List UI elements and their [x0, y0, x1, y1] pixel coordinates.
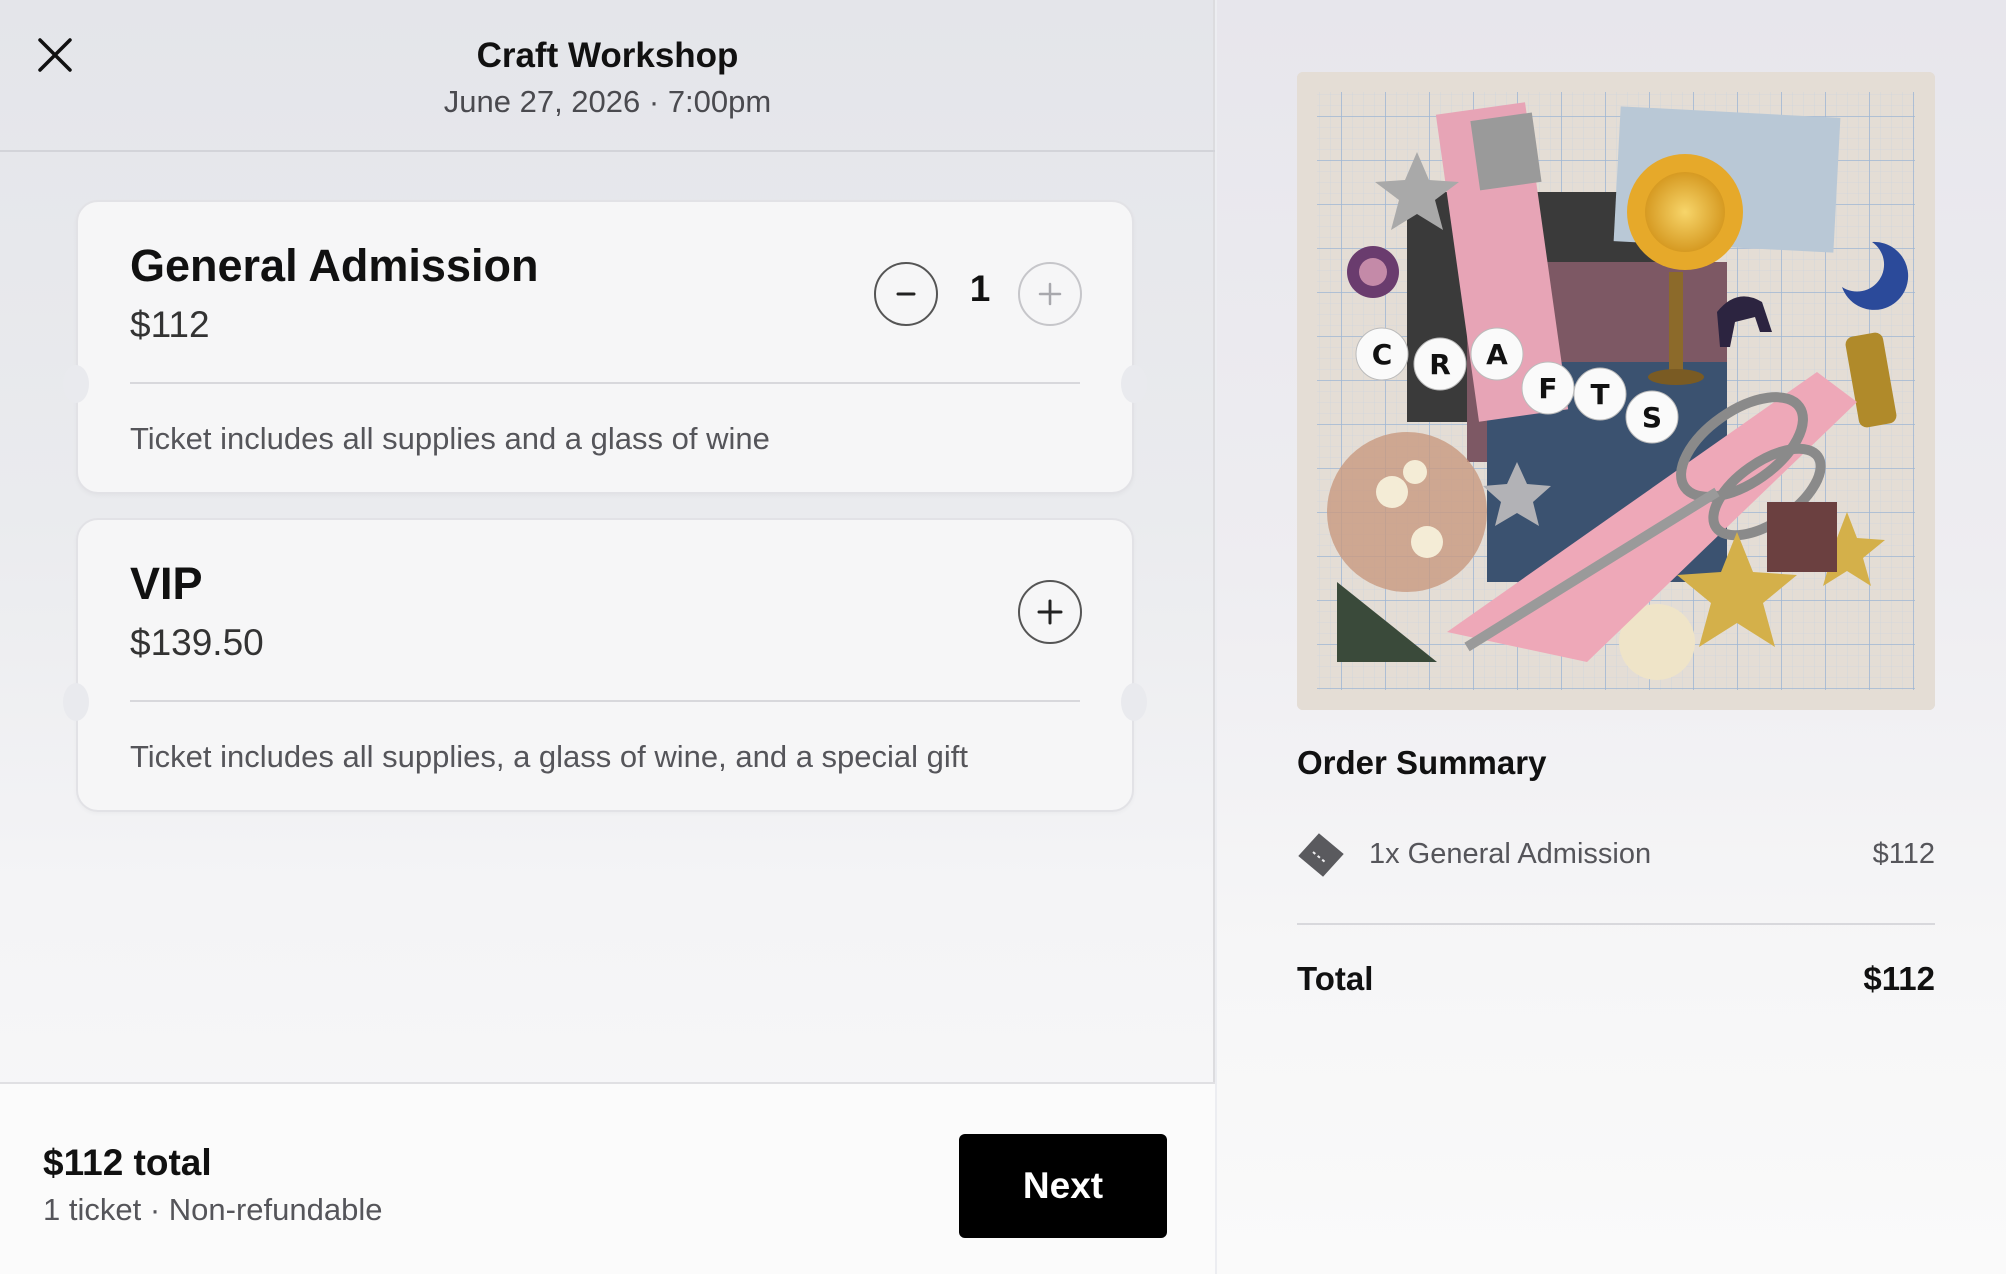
line-item-label: 1x General Admission [1369, 838, 1652, 870]
ticket-name: VIP [130, 558, 203, 609]
minus-icon [896, 292, 916, 296]
plus-icon [1037, 599, 1063, 625]
order-summary-panel: C R A F T S Order Summary 1x General Adm… [1217, 0, 2006, 1274]
event-title: Craft Workshop [476, 36, 739, 75]
checkout-footer: $112 total 1 ticket · Non-refundable Nex… [0, 1082, 1215, 1274]
ticket-card-vip: VIP $139.50 Ticket includes all supplies… [63, 518, 1147, 812]
order-line-item: 1x General Admission $112 [1297, 830, 1935, 880]
ticket-notch [1121, 365, 1147, 403]
bead-letter: C [1372, 338, 1393, 371]
event-datetime: June 27, 2026 · 7:00pm [443, 84, 772, 119]
add-vip-ticket-button[interactable] [1018, 580, 1082, 644]
bead-letter: R [1429, 348, 1451, 381]
ticket-name: General Admission [130, 240, 539, 291]
ticket-divider [130, 700, 1080, 702]
bead-letter: T [1590, 378, 1609, 411]
order-summary-title: Order Summary [1297, 744, 1547, 781]
ticket-icon [1298, 833, 1344, 877]
plus-icon [1038, 282, 1062, 306]
ticket-divider [130, 382, 1080, 384]
line-item-price: $112 [1872, 838, 1935, 870]
ticket-price: $112 [130, 304, 210, 345]
ticket-price: $139.50 [130, 622, 264, 663]
ticket-quantity: 1 [969, 268, 991, 309]
summary-divider [1297, 923, 1935, 925]
bead-letter: S [1642, 401, 1662, 434]
crafts-collage-image: C R A F T S [1297, 72, 1935, 710]
footer-subtext: 1 ticket · Non-refundable [43, 1192, 383, 1227]
increase-quantity-button[interactable] [1018, 262, 1082, 326]
bead-letter: A [1486, 338, 1508, 371]
decrease-quantity-button[interactable] [874, 262, 938, 326]
header: Craft Workshop June 27, 2026 · 7:00pm [0, 0, 1215, 152]
ticket-card-general-admission: General Admission $112 1 Ticket includes… [63, 200, 1147, 494]
ticket-description: Ticket includes all supplies, a glass of… [130, 739, 969, 774]
ticket-notch [1121, 683, 1147, 721]
ticket-notch [63, 365, 89, 403]
summary-total-value: $112 [1863, 960, 1935, 997]
ticket-description: Ticket includes all supplies and a glass… [130, 421, 770, 456]
footer-total: $112 total [43, 1142, 212, 1183]
event-artwork: C R A F T S [1297, 72, 1935, 710]
bead-letter: F [1538, 372, 1557, 405]
next-button[interactable]: Next [959, 1134, 1167, 1238]
ticket-notch [63, 683, 89, 721]
ticket-selection-panel: Craft Workshop June 27, 2026 · 7:00pm Ge… [0, 0, 1215, 1274]
